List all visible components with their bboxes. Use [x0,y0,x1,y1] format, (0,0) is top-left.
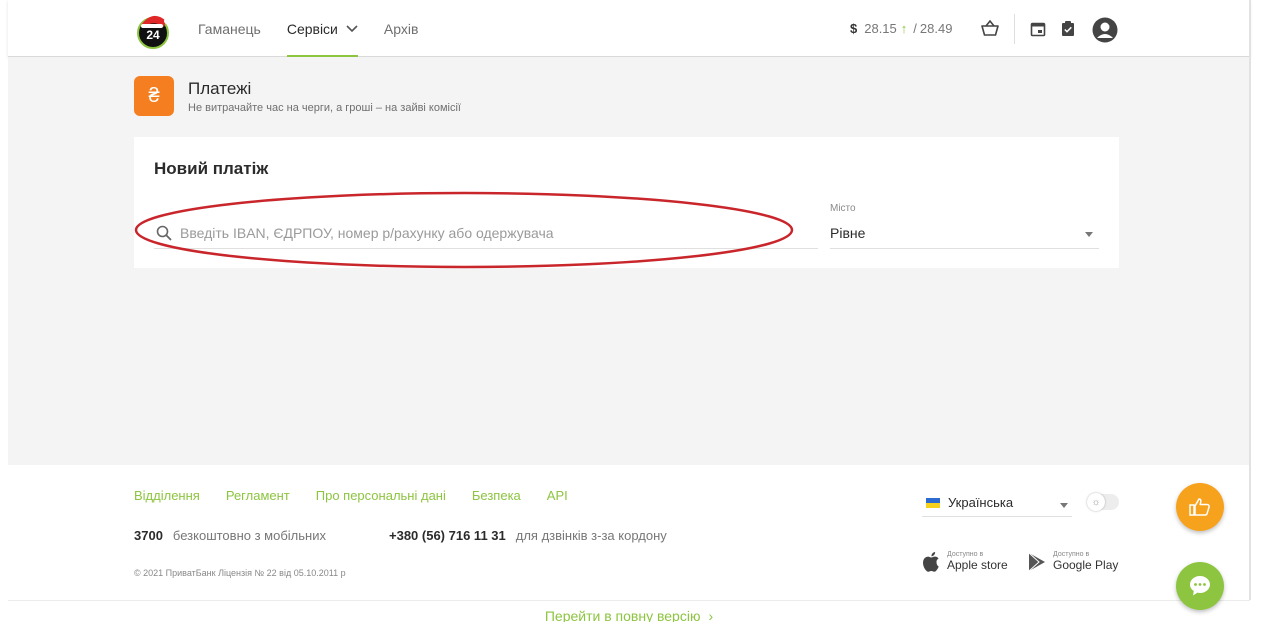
search-input[interactable] [180,219,810,247]
currency-symbol: $ [850,21,858,36]
payments-subtitle: Не витрачайте час на черги, а гроші – на… [188,102,461,114]
main-content: ₴ Платежі Не витрачайте час на черги, а … [8,57,1250,465]
apple-icon [923,552,939,572]
language-select[interactable]: Українська [922,493,1072,517]
phone-short: 3700 безкоштовно з мобільних [134,528,326,543]
main-nav: Гаманець Сервіси Архів [198,0,444,57]
chevron-right-icon: › [708,608,714,622]
apple-small-text: Доступно в [947,551,984,558]
rate-sell: 28.49 [919,21,953,36]
sun-icon: ☼ [1087,493,1105,511]
exchange-rates[interactable]: $ 28.15 ↑ / 28.49 [850,21,952,36]
page-edge [1249,0,1251,600]
chevron-down-icon [346,24,358,32]
ukraine-flag-icon [926,498,940,508]
rate-separator: / [913,21,917,36]
city-select[interactable]: Рівне [830,219,1099,249]
basket-icon[interactable] [981,19,999,37]
search-icon [156,225,172,241]
new-payment-title: Новий платіж [154,159,269,178]
footer-link-rules[interactable]: Регламент [226,488,290,503]
copyright: © 2021 ПриватБанк Ліцензія № 22 від 05.1… [134,568,346,578]
phone-short-note: безкоштовно з мобільних [172,528,326,543]
feedback-like-button[interactable] [1176,483,1224,531]
chat-button[interactable] [1176,562,1224,610]
caret-down-icon [1085,232,1093,237]
footer-links: Відділення Регламент Про персональні дан… [134,488,594,503]
google-small-text: Доступно в [1053,551,1090,558]
logo-text: 24 [146,28,160,42]
search-field[interactable] [154,219,818,249]
nav-wallet[interactable]: Гаманець [198,0,261,57]
apple-store-link[interactable]: Доступно в Apple store [922,551,1008,572]
nav-archive[interactable]: Архів [384,0,419,57]
clipboard-check-icon[interactable] [1061,20,1075,37]
thumbs-up-icon [1189,498,1210,516]
nav-services[interactable]: Сервіси [286,0,358,57]
language-value: Українська [948,495,1014,510]
google-play-icon [1028,552,1045,571]
payments-title: Платежі [188,79,252,98]
caret-down-icon [1060,503,1068,508]
phone-intl-note: для дзвінків з-за кордону [515,528,667,543]
page: 24 Гаманець Сервіси Архів $ 28.15 ↑ / 28… [8,0,1250,622]
arrow-up-icon: ↑ [900,21,908,36]
nav-wallet-label: Гаманець [198,20,261,37]
footer-link-branches[interactable]: Відділення [134,488,200,503]
full-version-link[interactable]: Перейти в повну версію › [8,600,1250,622]
footer-link-personal-data[interactable]: Про персональні дані [316,488,446,503]
google-big-text: Google Play [1053,558,1119,572]
rate-buy: 28.15 [864,21,897,36]
google-play-link[interactable]: Доступно в Google Play [1028,551,1118,572]
city-label: Місто [830,203,856,214]
hryvnia-glyph: ₴ [148,84,160,107]
nav-archive-label: Архів [383,20,419,37]
footer-link-api[interactable]: API [547,488,568,503]
privat24-logo[interactable]: 24 [136,11,170,49]
full-version-label: Перейти в повну версію [544,608,701,622]
new-payment-card: Новий платіж Місто Рівне [134,137,1119,268]
phone-intl: +380 (56) 716 11 31 для дзвінків з-за кор… [389,528,667,543]
apple-big-text: Apple store [947,558,1008,572]
nav-services-label: Сервіси [286,20,338,37]
header-divider [1014,14,1015,44]
hryvnia-icon: ₴ [134,76,174,116]
phone-intl-number[interactable]: +380 (56) 716 11 31 [389,528,506,543]
chat-bubble-icon [1190,576,1210,596]
footer: Відділення Регламент Про персональні дан… [8,465,1250,622]
phone-short-number[interactable]: 3700 [134,528,163,543]
theme-toggle[interactable]: ☼ [1087,493,1119,511]
footer-link-security[interactable]: Безпека [472,488,521,503]
city-value: Рівне [830,225,866,241]
user-avatar-icon[interactable] [1092,17,1118,43]
top-header: 24 Гаманець Сервіси Архів $ 28.15 ↑ / 28… [8,0,1250,57]
calendar-icon[interactable] [1030,21,1046,37]
